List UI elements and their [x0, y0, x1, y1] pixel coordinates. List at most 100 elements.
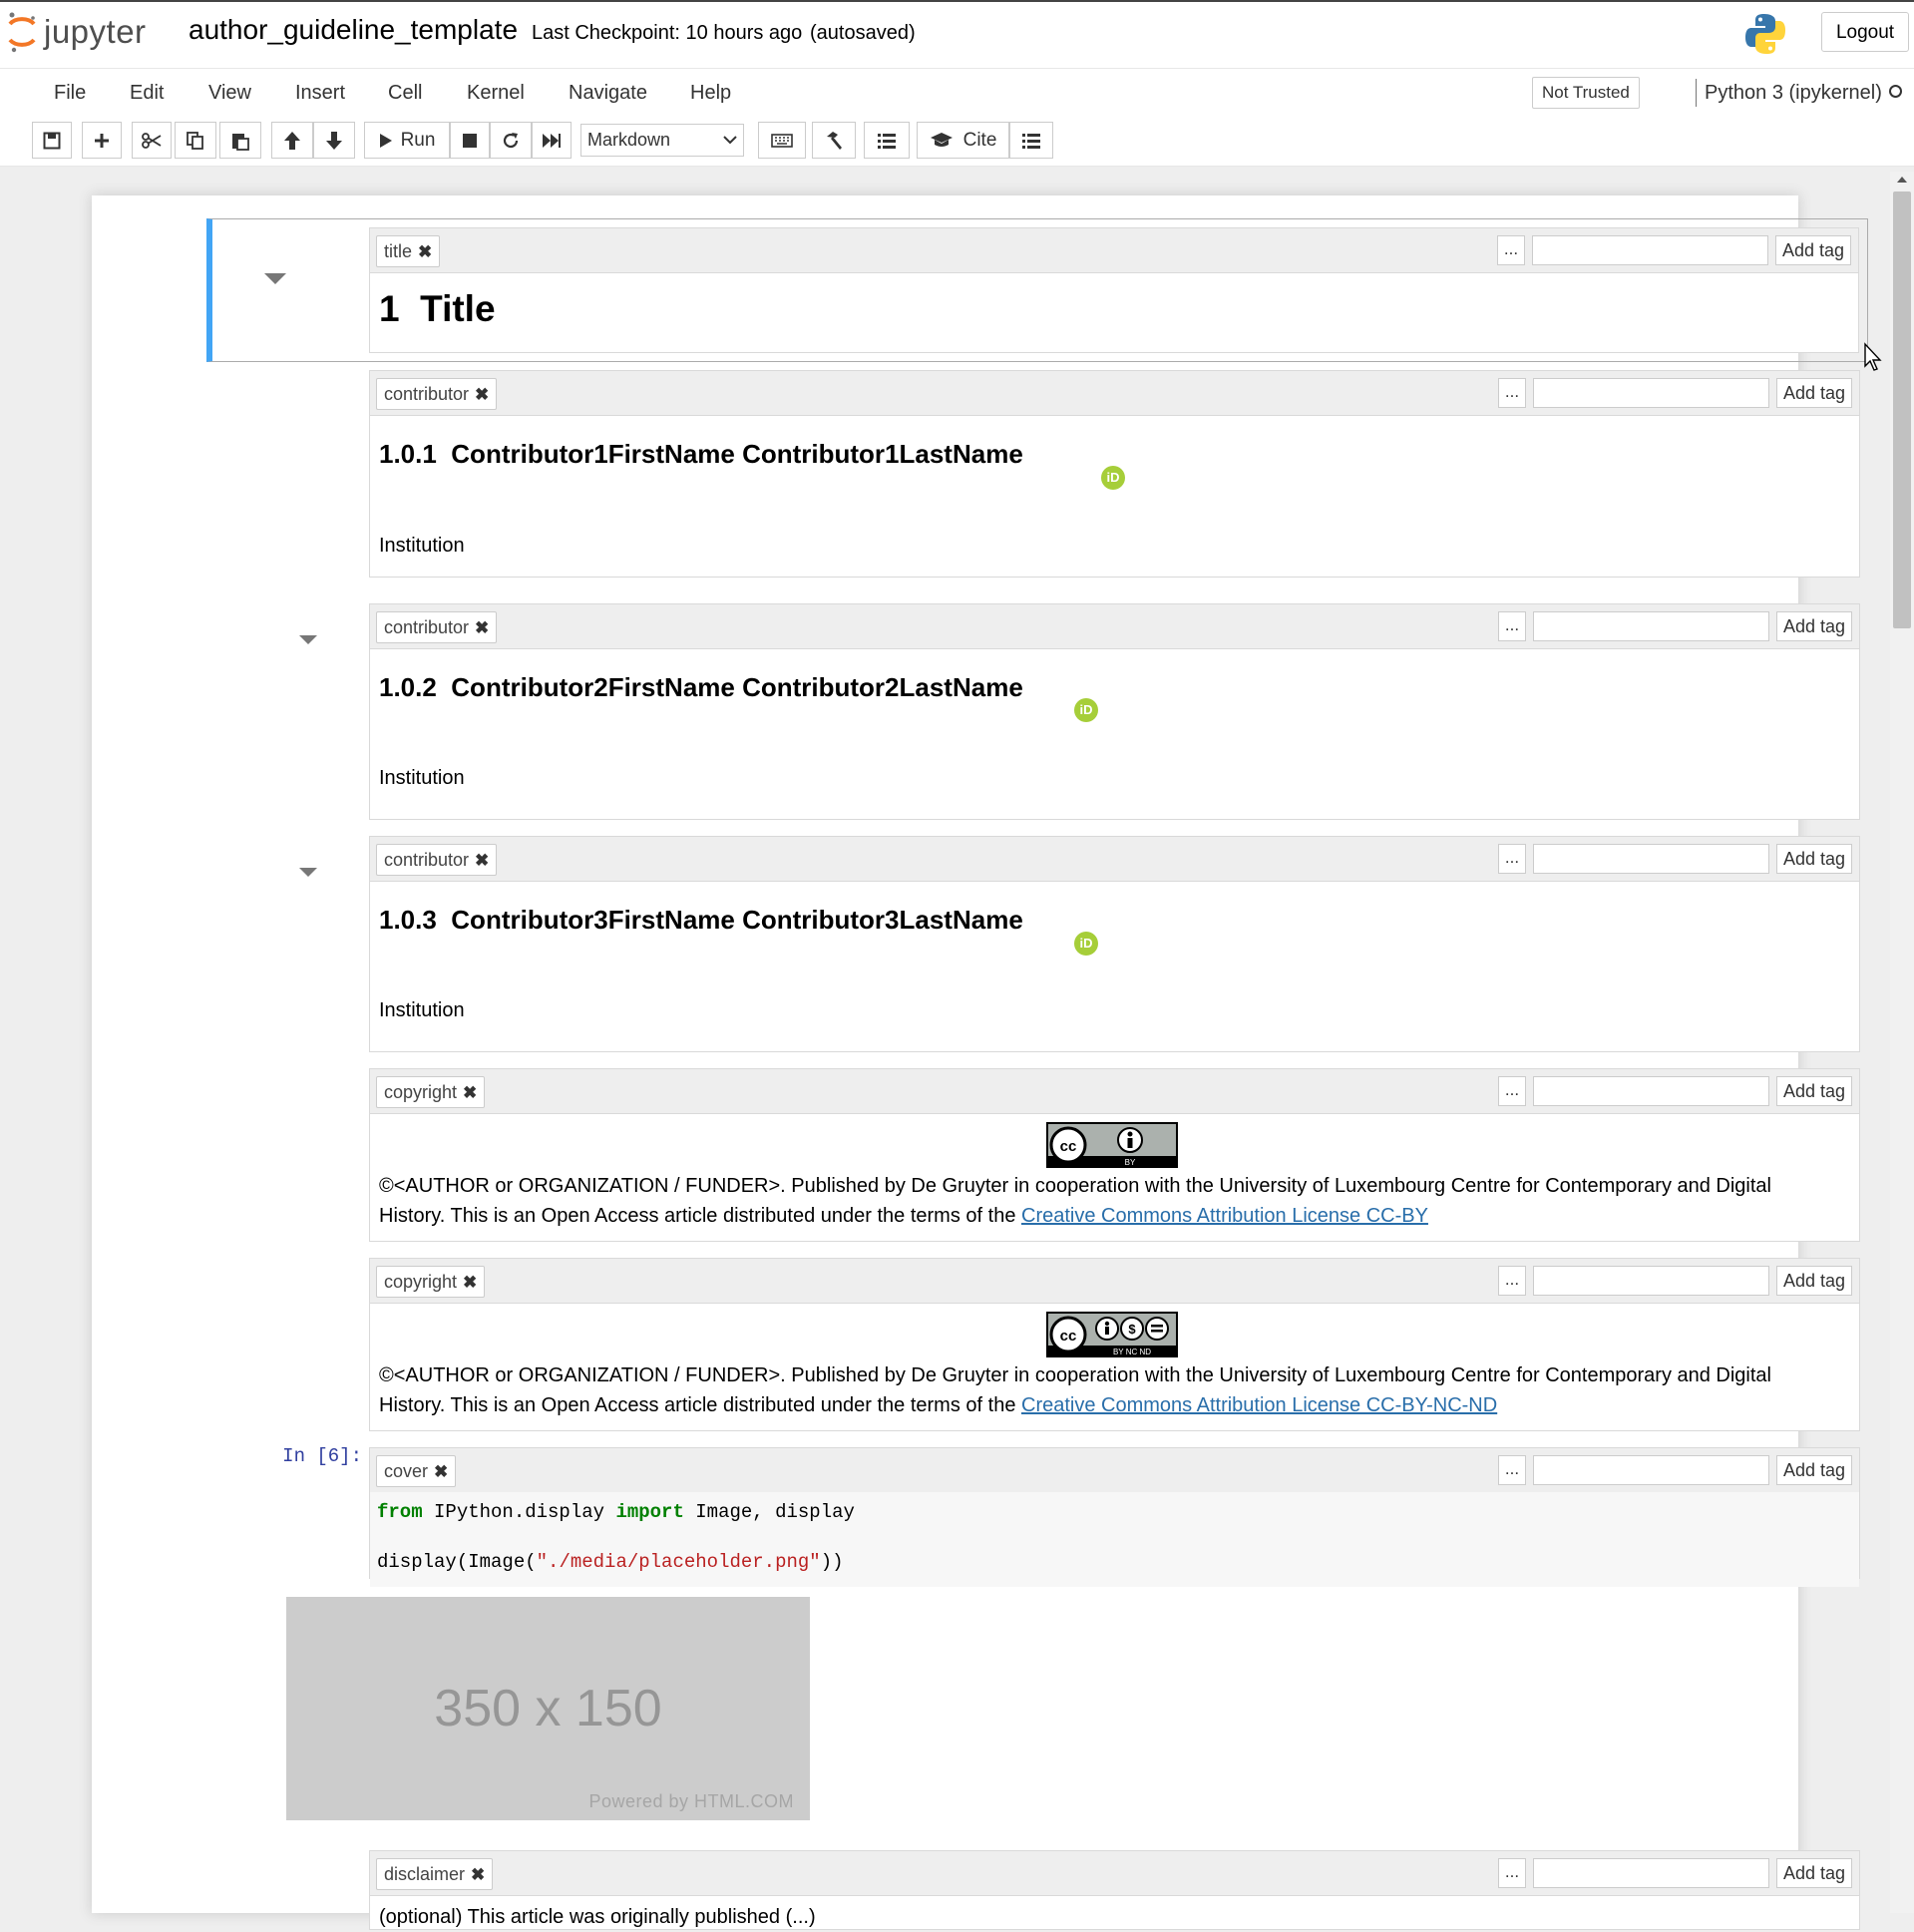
title-heading: 1 Title	[379, 288, 1849, 330]
institution-text: Institution	[379, 535, 465, 557]
tag-input[interactable]	[1533, 378, 1769, 408]
arrow-up-icon	[284, 131, 300, 150]
tag-more-button[interactable]: ...	[1498, 1076, 1526, 1106]
tag-more-button[interactable]: ...	[1498, 1858, 1526, 1888]
restart-run-all-button[interactable]	[532, 122, 572, 159]
add-tag-button[interactable]: Add tag	[1776, 844, 1852, 874]
tag-more-button[interactable]: ...	[1497, 235, 1525, 265]
insert-cell-button[interactable]	[82, 122, 122, 159]
menu-kernel[interactable]: Kernel	[467, 82, 525, 105]
move-up-button[interactable]	[271, 122, 313, 159]
add-tag-button[interactable]: Add tag	[1776, 1076, 1852, 1106]
license-link[interactable]: Creative Commons Attribution License CC-…	[1021, 1205, 1428, 1227]
tag-chip[interactable]: cover ✖	[376, 1455, 457, 1487]
code-cell-cover[interactable]: In [6]: cover ✖ ... Add tag from IPython.…	[206, 1439, 1868, 1587]
remove-tag-icon[interactable]: ✖	[463, 1078, 477, 1107]
tag-chip[interactable]: copyright ✖	[376, 1076, 486, 1108]
tag-input[interactable]	[1533, 1076, 1769, 1106]
add-tag-button[interactable]: Add tag	[1775, 235, 1851, 265]
tag-input[interactable]	[1533, 1266, 1769, 1296]
save-icon	[43, 132, 61, 149]
tag-chip[interactable]: disclaimer ✖	[376, 1858, 494, 1890]
remove-tag-icon[interactable]: ✖	[471, 1860, 485, 1889]
copyright-text: ©<AUTHOR or ORGANIZATION / FUNDER>. Publ…	[379, 1171, 1850, 1231]
run-button[interactable]: Run	[364, 122, 450, 159]
tag-label: contributor	[384, 849, 470, 870]
orcid-icon[interactable]: iD	[1101, 466, 1125, 490]
paste-button[interactable]	[219, 122, 261, 159]
move-down-button[interactable]	[313, 122, 355, 159]
tag-more-button[interactable]: ...	[1498, 611, 1526, 641]
menu-help[interactable]: Help	[690, 82, 731, 105]
tag-more-button[interactable]: ...	[1498, 1266, 1526, 1296]
menu-navigate[interactable]: Navigate	[569, 82, 647, 105]
bibliography-button[interactable]	[1009, 122, 1053, 159]
remove-tag-icon[interactable]: ✖	[463, 1268, 477, 1297]
toc-button[interactable]	[864, 122, 910, 159]
tag-chip[interactable]: contributor ✖	[376, 378, 498, 410]
tag-chip[interactable]: title ✖	[376, 235, 441, 267]
menu-edit[interactable]: Edit	[130, 82, 164, 105]
tag-more-button[interactable]: ...	[1498, 378, 1526, 408]
tag-more-button[interactable]: ...	[1498, 1455, 1526, 1485]
add-tag-button[interactable]: Add tag	[1776, 378, 1852, 408]
remove-tag-icon[interactable]: ✖	[418, 237, 432, 266]
menu-cell[interactable]: Cell	[388, 82, 422, 105]
heading-text: Title	[420, 288, 496, 329]
tag-input[interactable]	[1533, 844, 1769, 874]
markdown-cell-contributor-3[interactable]: contributor ✖ ... Add tag 1.0.3 Contribut…	[206, 828, 1868, 1060]
tag-chip[interactable]: copyright ✖	[376, 1266, 486, 1298]
markdown-cell-disclaimer[interactable]: disclaimer ✖ ... Add tag (optional) This …	[206, 1842, 1868, 1932]
markdown-cell-copyright-cc-by-nc-nd[interactable]: copyright ✖ ... Add tag cc $ BY NC ND ©<…	[206, 1250, 1868, 1439]
logout-button[interactable]: Logout	[1821, 12, 1909, 52]
tag-label: title	[384, 240, 413, 261]
scroll-up-arrow-icon[interactable]	[1896, 176, 1908, 184]
command-palette-button[interactable]	[758, 122, 806, 159]
trust-status-button[interactable]: Not Trusted	[1532, 77, 1640, 109]
save-button[interactable]	[32, 122, 72, 159]
build-button[interactable]	[812, 122, 856, 159]
notebook-name[interactable]: author_guideline_template	[189, 14, 518, 46]
markdown-cell-copyright-cc-by[interactable]: copyright ✖ ... Add tag cc BY ©<AUTHOR or…	[206, 1060, 1868, 1250]
remove-tag-icon[interactable]: ✖	[475, 613, 489, 642]
remove-tag-icon[interactable]: ✖	[434, 1457, 448, 1486]
restart-kernel-button[interactable]	[490, 122, 532, 159]
cc-license-icon[interactable]: cc $ BY NC ND	[1046, 1312, 1178, 1357]
jupyter-logo[interactable]: jupyter	[6, 10, 147, 54]
tag-input[interactable]	[1533, 611, 1769, 641]
cell-type-select[interactable]: Markdown	[580, 124, 744, 157]
add-tag-button[interactable]: Add tag	[1776, 1266, 1852, 1296]
license-link[interactable]: Creative Commons Attribution License CC-…	[1021, 1394, 1497, 1416]
tag-chip[interactable]: contributor ✖	[376, 611, 498, 643]
add-tag-button[interactable]: Add tag	[1776, 1858, 1852, 1888]
markdown-cell-contributor-1[interactable]: contributor ✖ ... Add tag 1.0.1 Contribut…	[206, 362, 1868, 585]
menu-file[interactable]: File	[54, 82, 86, 105]
collapse-caret-icon[interactable]	[299, 635, 317, 644]
orcid-icon[interactable]: iD	[1074, 698, 1098, 722]
tag-input[interactable]	[1533, 1858, 1769, 1888]
remove-tag-icon[interactable]: ✖	[475, 846, 489, 875]
remove-tag-icon[interactable]: ✖	[475, 380, 489, 409]
copy-button[interactable]	[175, 122, 216, 159]
code-editor[interactable]: from IPython.display import Image, displ…	[370, 1492, 1859, 1587]
tag-input[interactable]	[1532, 235, 1768, 265]
collapse-caret-icon[interactable]	[299, 868, 317, 877]
cite-button[interactable]: Cite	[917, 122, 1009, 159]
add-tag-button[interactable]: Add tag	[1776, 611, 1852, 641]
markdown-cell-title[interactable]: title ✖ ... Add tag 1 Title	[206, 218, 1868, 362]
svg-text:cc: cc	[1060, 1138, 1077, 1155]
cc-license-icon[interactable]: cc BY	[1046, 1122, 1178, 1168]
kernel-name[interactable]: Python 3 (ipykernel)	[1705, 82, 1882, 105]
menu-insert[interactable]: Insert	[295, 82, 345, 105]
orcid-icon[interactable]: iD	[1074, 932, 1098, 956]
tag-more-button[interactable]: ...	[1498, 844, 1526, 874]
add-tag-button[interactable]: Add tag	[1776, 1455, 1852, 1485]
scrollbar-thumb[interactable]	[1893, 192, 1911, 628]
markdown-cell-contributor-2[interactable]: contributor ✖ ... Add tag 1.0.2 Contribut…	[206, 595, 1868, 828]
menu-view[interactable]: View	[208, 82, 251, 105]
interrupt-kernel-button[interactable]	[450, 122, 490, 159]
collapse-caret-icon[interactable]	[264, 273, 286, 284]
tag-input[interactable]	[1533, 1455, 1769, 1485]
tag-chip[interactable]: contributor ✖	[376, 844, 498, 876]
cut-button[interactable]	[132, 122, 172, 159]
